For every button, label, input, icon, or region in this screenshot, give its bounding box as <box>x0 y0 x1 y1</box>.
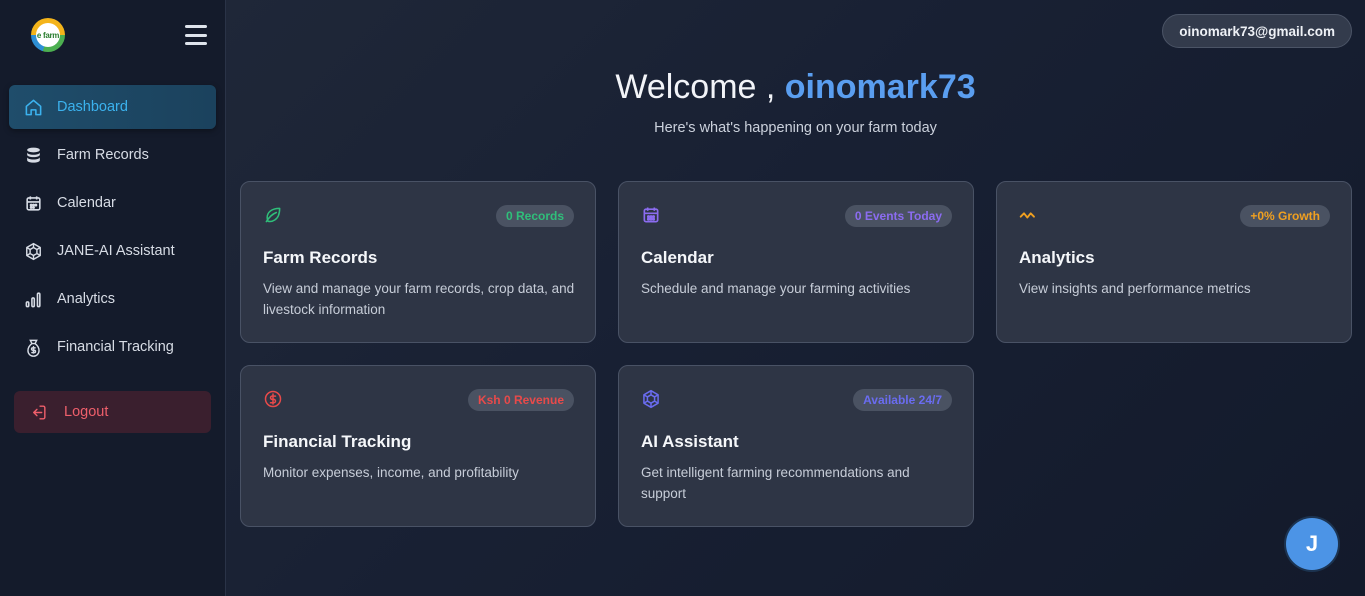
card-description: Monitor expenses, income, and profitabil… <box>263 465 519 480</box>
sidebar-item-label: JANE-AI Assistant <box>57 243 175 259</box>
database-icon <box>23 145 43 165</box>
events-today-badge: 0 Events Today <box>844 205 952 227</box>
sidebar-item-label: Financial Tracking <box>57 339 174 355</box>
home-icon <box>23 97 43 117</box>
page-subtitle: Here's what's happening on your farm tod… <box>654 120 937 136</box>
card-description: Get intelligent farming recommendations … <box>641 465 910 501</box>
main-content: oinomark73@gmail.com Welcome , oinomark7… <box>226 0 1365 596</box>
activity-icon <box>1019 205 1041 227</box>
card-title: AI Assistant <box>641 432 739 451</box>
money-icon <box>23 337 43 357</box>
availability-badge: Available 24/7 <box>853 389 952 411</box>
assistant-chat-button[interactable]: J <box>1284 516 1340 572</box>
card-title: Farm Records <box>263 248 378 267</box>
card-description: Schedule and manage your farming activit… <box>641 281 911 296</box>
sidebar: e farm Dashboard Farm Records Calendar J… <box>0 0 226 596</box>
card-description: View and manage your farm records, crop … <box>263 281 575 317</box>
card-title: Calendar <box>641 248 714 267</box>
ai-hexagon-icon <box>641 389 663 411</box>
welcome-username: oinomark73 <box>784 68 976 106</box>
sidebar-item-label: Dashboard <box>57 99 128 115</box>
sidebar-item-calendar[interactable]: Calendar <box>9 181 216 225</box>
sidebar-item-farm-records[interactable]: Farm Records <box>9 133 216 177</box>
dollar-circle-icon <box>263 389 285 411</box>
card-ai-assistant[interactable]: Available 24/7 AI Assistant Get intellig… <box>618 365 974 527</box>
logout-button[interactable]: Logout <box>14 391 211 433</box>
growth-badge: +0% Growth <box>1240 205 1330 227</box>
logo-icon: e farm <box>31 18 65 52</box>
logout-label: Logout <box>64 404 109 420</box>
app-root: e farm Dashboard Farm Records Calendar J… <box>0 0 1365 596</box>
logo-text: e farm <box>36 23 60 47</box>
calendar-icon <box>641 205 663 227</box>
user-email-button[interactable]: oinomark73@gmail.com <box>1162 14 1352 48</box>
sidebar-item-financial-tracking[interactable]: Financial Tracking <box>9 325 216 369</box>
sidebar-item-dashboard[interactable]: Dashboard <box>9 85 216 129</box>
sidebar-item-jane-ai-assistant[interactable]: JANE-AI Assistant <box>9 229 216 273</box>
calendar-icon <box>23 193 43 213</box>
card-title: Financial Tracking <box>263 432 412 451</box>
sidebar-item-label: Calendar <box>57 195 116 211</box>
logout-icon <box>28 402 48 422</box>
card-calendar[interactable]: 0 Events Today Calendar Schedule and man… <box>618 181 974 343</box>
sidebar-item-label: Analytics <box>57 291 116 307</box>
brand-logo[interactable]: e farm <box>31 18 67 54</box>
sidebar-nav: Dashboard Farm Records Calendar JANE-AI … <box>9 85 216 373</box>
assistant-avatar: J <box>1286 518 1338 570</box>
leaf-icon <box>263 205 285 227</box>
menu-toggle-icon[interactable] <box>185 25 207 45</box>
welcome-prefix: Welcome , <box>615 68 785 106</box>
card-farm-records[interactable]: 0 Records Farm Records View and manage y… <box>240 181 596 343</box>
sidebar-item-label: Farm Records <box>57 147 149 163</box>
card-title: Analytics <box>1019 248 1095 267</box>
bar-chart-icon <box>23 289 43 309</box>
card-financial-tracking[interactable]: Ksh 0 Revenue Financial Tracking Monitor… <box>240 365 596 527</box>
revenue-badge: Ksh 0 Revenue <box>467 389 574 411</box>
ai-hexagon-icon <box>23 241 43 261</box>
page-title: Welcome , oinomark73 <box>226 68 1365 107</box>
card-analytics[interactable]: +0% Growth Analytics View insights and p… <box>996 181 1352 343</box>
records-count-badge: 0 Records <box>495 205 574 227</box>
sidebar-item-analytics[interactable]: Analytics <box>9 277 216 321</box>
card-description: View insights and performance metrics <box>1019 281 1251 296</box>
